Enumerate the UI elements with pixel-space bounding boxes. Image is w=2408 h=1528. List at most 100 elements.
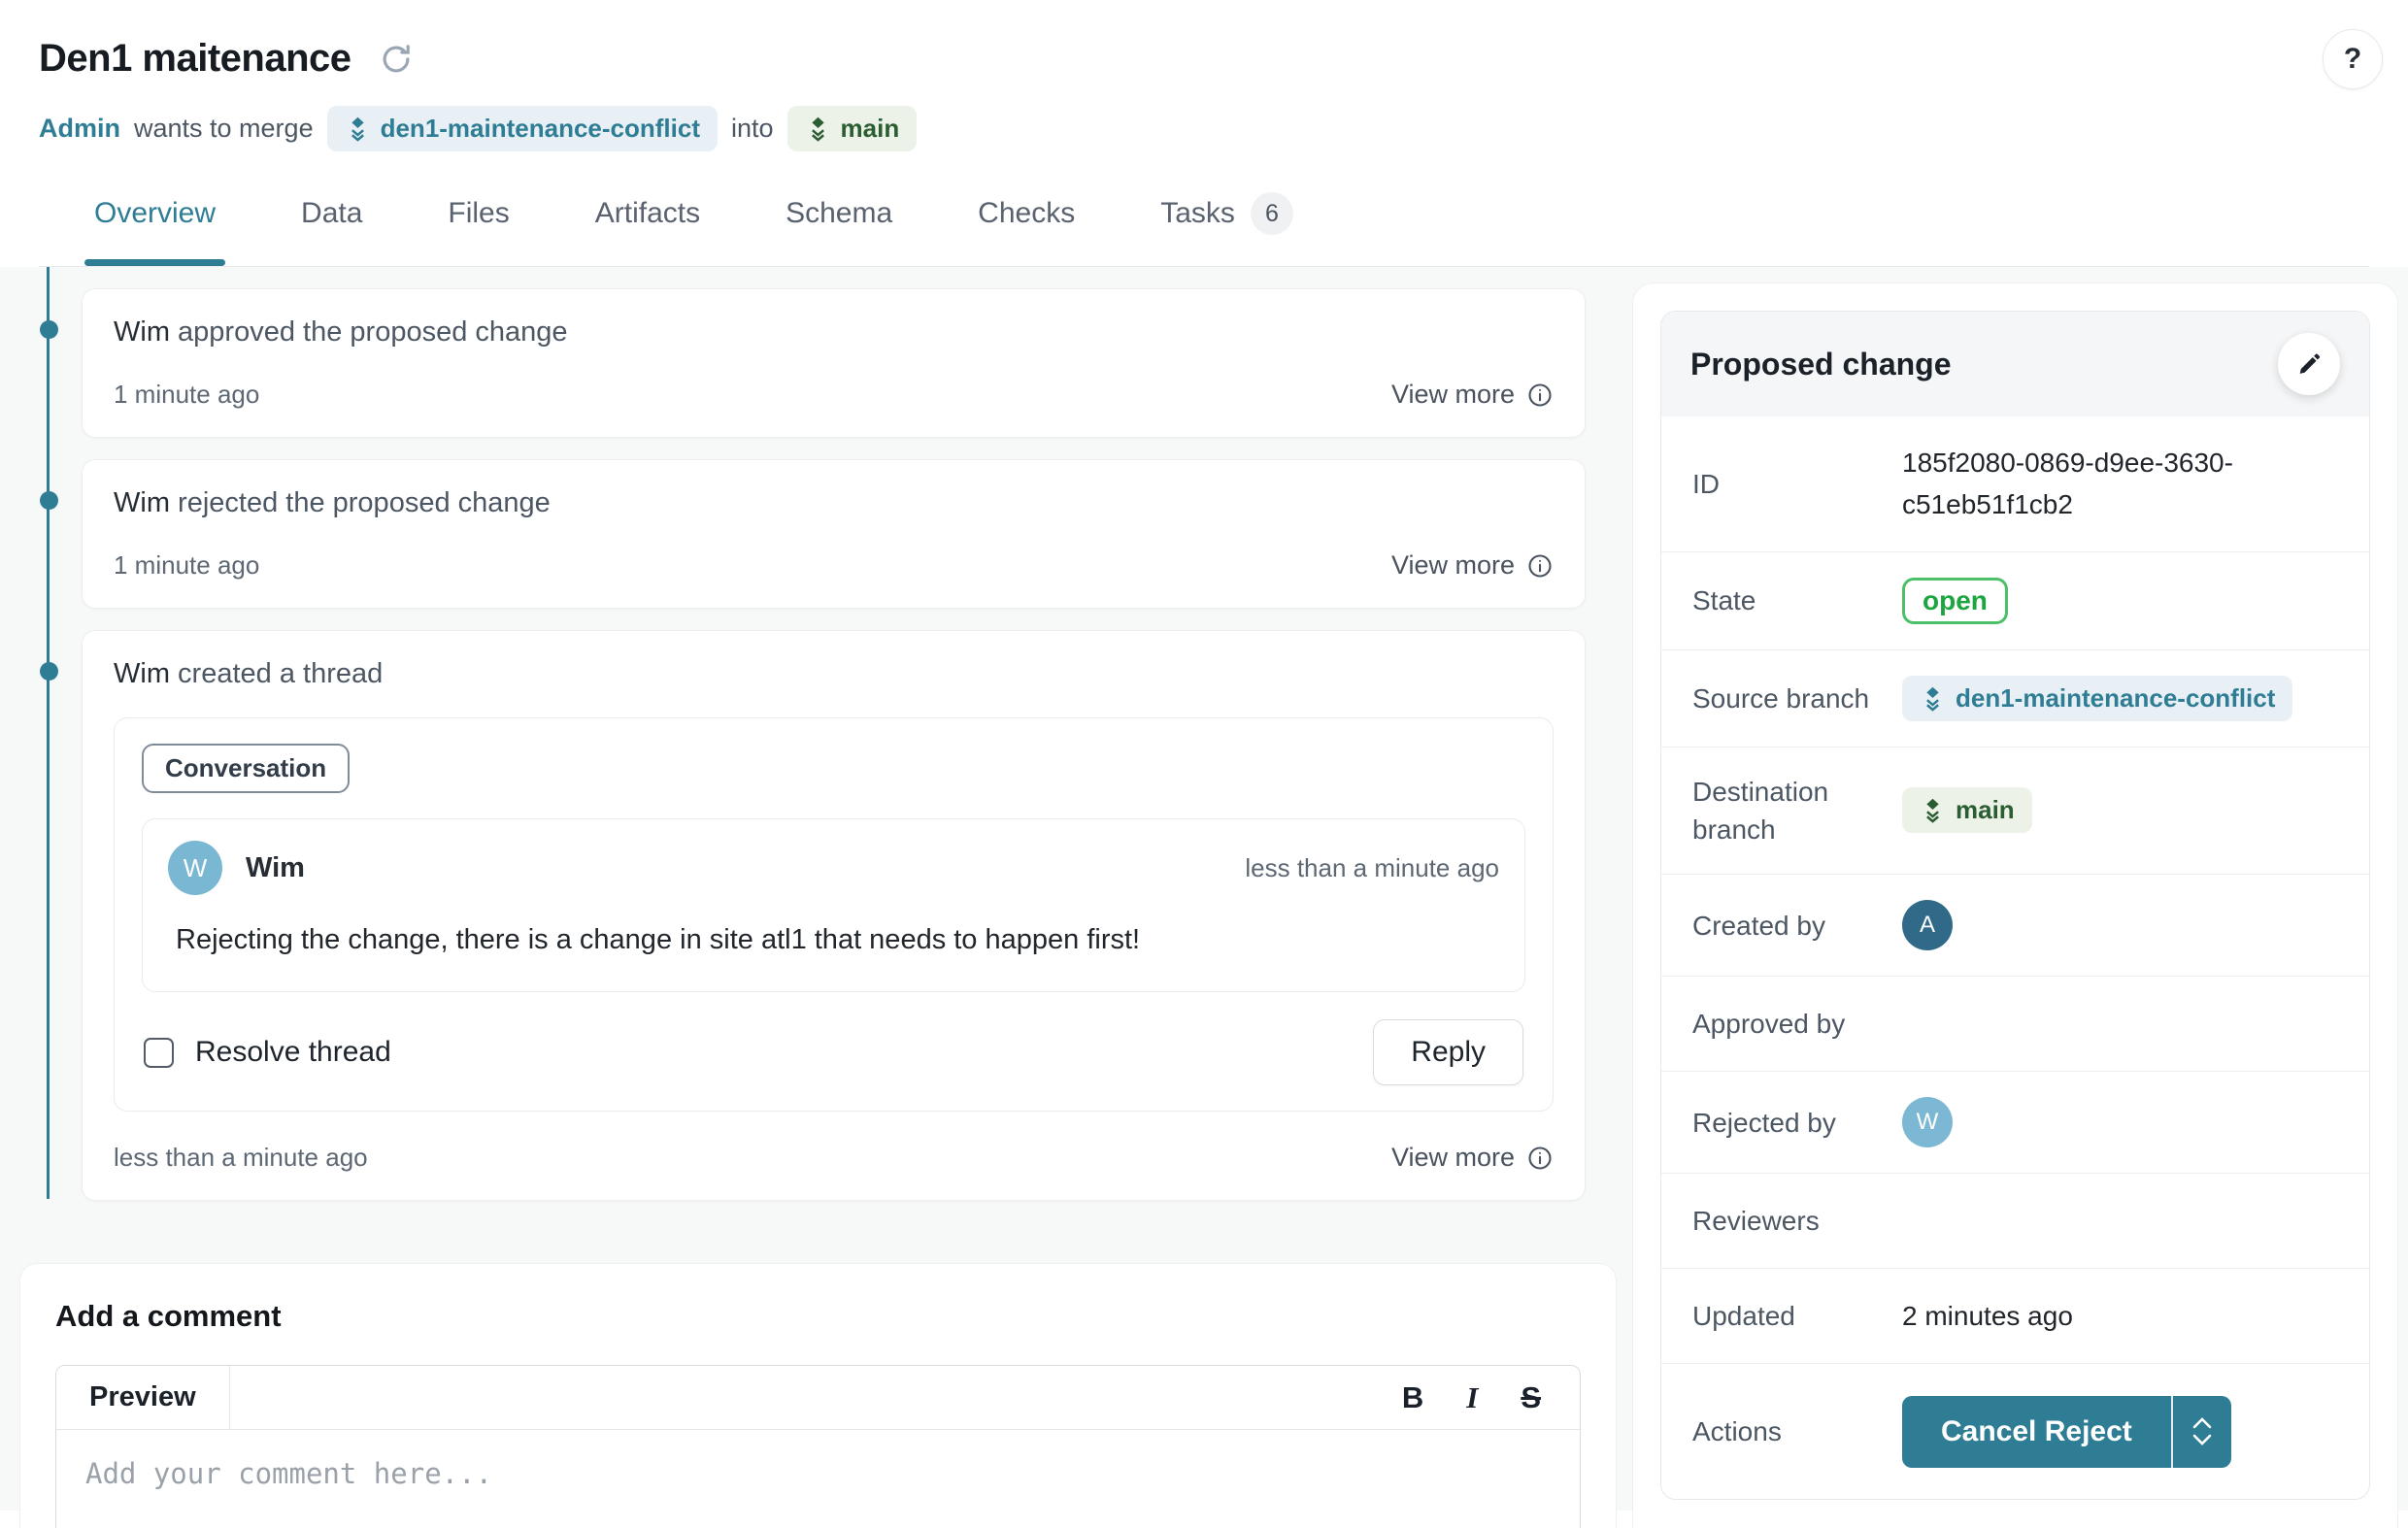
event-time: 1 minute ago (114, 550, 259, 581)
resolve-thread-control: Resolve thread (144, 1036, 391, 1069)
row-label: Reviewers (1692, 1202, 1902, 1240)
info-icon (1526, 1145, 1554, 1172)
tab-label: Checks (978, 197, 1075, 230)
comment-header: W Wim less than a minute ago (168, 841, 1499, 895)
change-id-value: 185f2080-0869-d9ee-3630-c51eb51f1cb2 (1902, 442, 2338, 526)
actions-dropdown-button[interactable] (2171, 1396, 2231, 1468)
tab-tasks[interactable]: Tasks 6 (1158, 181, 1295, 266)
strikethrough-icon[interactable]: S (1521, 1380, 1541, 1415)
comment-editor: Preview B I S (55, 1365, 1581, 1528)
row-id: ID 185f2080-0869-d9ee-3630-c51eb51f1cb2 (1661, 416, 2369, 551)
avatar: A (1902, 900, 1953, 950)
tab-label: Data (301, 197, 362, 230)
row-rejected-by: Rejected by W (1661, 1071, 2369, 1173)
proposed-change-card: Proposed change ID 185f2080-0869-d9ee-36… (1660, 311, 2370, 1500)
add-comment-section: Add a comment Preview B I S (19, 1263, 1617, 1528)
event-footer: less than a minute ago View more (114, 1143, 1554, 1173)
state-badge: open (1902, 578, 2008, 624)
comment-input[interactable] (56, 1430, 1580, 1528)
comment-time: less than a minute ago (1245, 853, 1499, 883)
pencil-icon (2295, 350, 2323, 378)
italic-icon[interactable]: I (1466, 1380, 1478, 1415)
source-branch-chip[interactable]: den1-maintenance-conflict (327, 106, 718, 151)
timeline-dot-icon (40, 662, 58, 681)
resolve-thread-label: Resolve thread (195, 1036, 391, 1069)
source-branch-chip[interactable]: den1-maintenance-conflict (1902, 676, 2292, 721)
reply-button[interactable]: Reply (1373, 1019, 1523, 1085)
event-actor: Wim (114, 316, 170, 348)
row-source-branch: Source branch den1-maintenance-conflict (1661, 649, 2369, 747)
page-header: Den1 maitenance ? Admin wants to merge d… (0, 0, 2408, 267)
preview-tab[interactable]: Preview (56, 1366, 230, 1429)
thread-footer: Resolve thread Reply (142, 1019, 1525, 1085)
event-time: less than a minute ago (114, 1143, 368, 1173)
proposed-change-header: Proposed change (1661, 312, 2369, 416)
row-label: Rejected by (1692, 1104, 1902, 1142)
row-label: ID (1692, 465, 1902, 503)
info-icon (1526, 552, 1554, 580)
tasks-count-badge: 6 (1251, 192, 1293, 235)
view-more-link[interactable]: View more (1391, 550, 1554, 581)
event-time: 1 minute ago (114, 380, 259, 410)
source-branch-name: den1-maintenance-conflict (1956, 683, 2275, 714)
tab-artifacts[interactable]: Artifacts (593, 181, 702, 266)
event-actor: Wim (114, 487, 170, 518)
event-action: rejected the proposed change (178, 487, 551, 518)
destination-branch-name: main (1956, 795, 2015, 825)
timeline-dot-icon (40, 491, 58, 510)
timeline-card-approved: Wim approved the proposed change 1 minut… (82, 288, 1586, 438)
sidebar-container: Proposed change ID 185f2080-0869-d9ee-36… (1632, 282, 2398, 1528)
row-label: Destination branch (1692, 773, 1902, 848)
event-title: Wim created a thread (114, 658, 1554, 690)
branch-layers-icon (345, 116, 371, 142)
page-title: Den1 maitenance (39, 37, 351, 81)
tab-overview[interactable]: Overview (92, 181, 217, 266)
branch-layers-icon (1920, 685, 1946, 712)
edit-button[interactable] (2278, 333, 2340, 395)
help-button[interactable]: ? (2323, 29, 2383, 89)
tab-schema[interactable]: Schema (784, 181, 894, 266)
row-label: Updated (1692, 1297, 1902, 1335)
activity-column: Wim approved the proposed change 1 minut… (0, 267, 1617, 1528)
merge-subtitle: Admin wants to merge den1-maintenance-co… (39, 106, 2369, 151)
tab-data[interactable]: Data (299, 181, 364, 266)
cancel-reject-button[interactable]: Cancel Reject (1902, 1396, 2171, 1468)
tab-bar: Overview Data Files Artifacts Schema Che… (39, 181, 2369, 267)
author-link[interactable]: Admin (39, 114, 120, 144)
into-text: into (731, 114, 774, 144)
view-more-link[interactable]: View more (1391, 1143, 1554, 1173)
view-more-label: View more (1391, 380, 1515, 410)
row-updated: Updated 2 minutes ago (1661, 1268, 2369, 1363)
tab-label: Overview (94, 197, 216, 230)
comment-author: Wim (246, 852, 305, 884)
destination-branch-chip[interactable]: main (787, 106, 918, 151)
event-title: Wim rejected the proposed change (114, 487, 1554, 519)
avatar: W (1902, 1097, 1953, 1147)
view-more-link[interactable]: View more (1391, 380, 1554, 410)
merge-text: wants to merge (134, 114, 314, 144)
row-label: Source branch (1692, 680, 1902, 717)
thread-comment: W Wim less than a minute ago Rejecting t… (142, 818, 1525, 992)
destination-branch-chip[interactable]: main (1902, 787, 2032, 833)
row-reviewers: Reviewers (1661, 1173, 2369, 1268)
event-title: Wim approved the proposed change (114, 316, 1554, 349)
chevron-up-icon (2192, 1417, 2212, 1429)
avatar: W (168, 841, 222, 895)
event-action: approved the proposed change (178, 316, 567, 348)
tab-label: Tasks (1160, 197, 1235, 230)
resolve-thread-checkbox[interactable] (144, 1038, 174, 1068)
tab-checks[interactable]: Checks (976, 181, 1077, 266)
event-actor: Wim (114, 658, 170, 689)
event-footer: 1 minute ago View more (114, 380, 1554, 410)
refresh-icon[interactable] (377, 40, 416, 79)
tab-files[interactable]: Files (446, 181, 511, 266)
tab-label: Schema (786, 197, 892, 230)
row-approved-by: Approved by (1661, 976, 2369, 1071)
comment-body: Rejecting the change, there is a change … (176, 924, 1499, 956)
event-action: created a thread (178, 658, 383, 689)
row-label: State (1692, 581, 1902, 619)
bold-icon[interactable]: B (1402, 1380, 1423, 1415)
conversation-chip: Conversation (142, 744, 350, 793)
row-destination-branch: Destination branch main (1661, 747, 2369, 874)
timeline-card-rejected: Wim rejected the proposed change 1 minut… (82, 459, 1586, 609)
